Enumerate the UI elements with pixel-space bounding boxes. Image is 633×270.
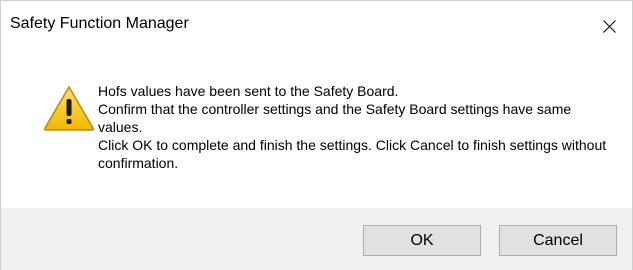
dialog-message: Hofs values have been sent to the Safety… <box>98 82 608 172</box>
close-icon <box>602 19 616 33</box>
warning-icon <box>42 84 96 132</box>
dialog-window: Safety Function Manager Hofs values have… <box>0 0 633 270</box>
button-bar: OK Cancel <box>1 208 632 270</box>
title-bar: Safety Function Manager <box>1 1 632 51</box>
window-title: Safety Function Manager <box>10 15 189 32</box>
message-line: Hofs values have been sent to the Safety… <box>98 83 399 99</box>
message-line: Click OK to complete and finish the sett… <box>98 137 611 171</box>
ok-button[interactable]: OK <box>363 225 481 256</box>
close-button[interactable] <box>586 1 632 51</box>
message-line: Confirm that the controller settings and… <box>98 101 576 135</box>
cancel-button[interactable]: Cancel <box>499 225 617 256</box>
dialog-content: Hofs values have been sent to the Safety… <box>1 51 632 208</box>
